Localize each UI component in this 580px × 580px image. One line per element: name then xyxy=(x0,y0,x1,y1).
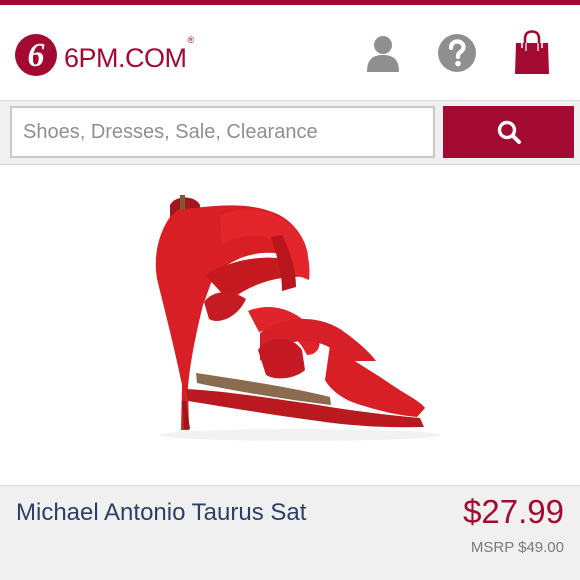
red-high-heel-sandal-image xyxy=(155,195,440,441)
product-msrp: MSRP $49.00 xyxy=(470,539,564,556)
product-name[interactable]: Michael Antonio Taurus Sat xyxy=(16,499,306,527)
product-image[interactable] xyxy=(0,165,580,485)
brand-name: 6PM.COM xyxy=(64,43,187,73)
trademark-symbol: ® xyxy=(187,35,195,45)
search-input[interactable] xyxy=(10,106,435,158)
shopping-bag-icon xyxy=(515,30,549,74)
account-button[interactable] xyxy=(363,31,403,75)
product-info-panel: Michael Antonio Taurus Sat $27.99 MSRP $… xyxy=(0,485,580,580)
site-header: 6 6PM.COM® xyxy=(0,5,580,100)
product-price: $27.99 xyxy=(463,493,564,530)
6pm-logo-icon[interactable]: 6 xyxy=(14,33,58,77)
brand-logo-text[interactable]: 6PM.COM® xyxy=(64,35,194,73)
user-icon xyxy=(367,36,399,72)
question-icon xyxy=(438,34,476,72)
search-icon xyxy=(497,120,521,144)
shopping-bag-button[interactable] xyxy=(512,30,552,75)
search-bar xyxy=(0,101,580,164)
help-button[interactable] xyxy=(437,31,477,75)
search-button[interactable] xyxy=(443,106,574,158)
svg-text:6: 6 xyxy=(28,37,45,74)
